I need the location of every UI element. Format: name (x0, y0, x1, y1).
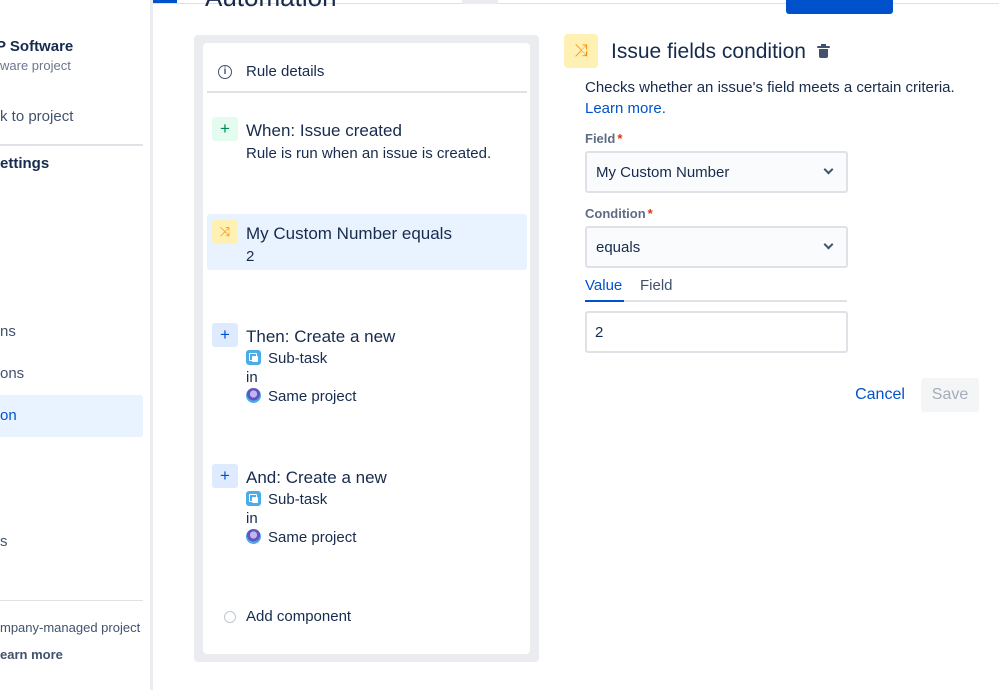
header-secondary-button[interactable] (462, 0, 498, 4)
action-title: And: Create a new (246, 468, 387, 487)
project-label: Same project (268, 529, 357, 546)
sidebar-footer-note: mpany-managed project (0, 620, 141, 635)
sidebar-footer-divider (0, 600, 143, 601)
shuffle-icon: ⤨ (564, 34, 598, 68)
rule-component-list: i Rule details + When: Issue created Rul… (203, 43, 530, 654)
trigger-subtitle: Rule is run when an issue is created. (246, 145, 492, 162)
condition-value: 2 (246, 248, 255, 265)
action-issue-type: Sub-task (246, 491, 327, 508)
trigger-component[interactable]: + When: Issue created Rule is run when a… (207, 117, 527, 177)
tabs-baseline (585, 300, 847, 302)
header-primary-button[interactable] (786, 0, 893, 14)
plus-icon: + (212, 464, 238, 488)
action-component[interactable]: + Then: Create a new Sub-task in Same pr… (207, 323, 527, 407)
sidebar-item[interactable]: s (0, 533, 8, 550)
project-sidebar: P Software ware project k to project ett… (0, 0, 153, 690)
detail-title: Issue fields condition (611, 40, 806, 63)
rule-builder-panel: i Rule details + When: Issue created Rul… (194, 35, 539, 662)
rule-details-row[interactable]: i Rule details (203, 43, 530, 93)
sidebar-section-title: ettings (0, 155, 50, 172)
condition-select[interactable]: equals (585, 226, 848, 268)
add-component-label: Add component (246, 608, 352, 625)
condition-title: My Custom Number equals (246, 224, 452, 243)
sidebar-project-name[interactable]: P Software (0, 38, 73, 55)
issue-type-label: Sub-task (268, 350, 328, 367)
condition-label: Condition * (585, 206, 653, 221)
page: Automation P Software ware project k to … (0, 0, 999, 690)
cancel-button[interactable]: Cancel (846, 378, 914, 412)
save-button[interactable]: Save (921, 378, 979, 412)
condition-select-value: equals (596, 239, 641, 256)
action-title: Then: Create a new (246, 327, 396, 346)
action-issue-type: Sub-task (246, 350, 327, 367)
field-label: Field * (585, 131, 623, 146)
detail-description: Checks whether an issue's field meets a … (585, 79, 955, 96)
add-circle-icon (224, 611, 236, 623)
chevron-down-icon (823, 164, 834, 175)
sidebar-project-type: ware project (0, 58, 71, 73)
back-to-project-link[interactable]: k to project (0, 108, 73, 125)
page-title: Automation (205, 0, 337, 13)
project-avatar-icon (246, 388, 261, 403)
field-select[interactable]: My Custom Number (585, 151, 848, 193)
rule-details-label: Rule details (246, 63, 325, 80)
subtask-icon (246, 491, 261, 506)
trash-icon[interactable] (817, 44, 830, 58)
action-in-label: in (246, 510, 258, 527)
tab-active-underline (585, 300, 624, 302)
info-icon: i (218, 65, 232, 79)
sidebar-item-automation[interactable]: on (0, 395, 143, 437)
action-component[interactable]: + And: Create a new Sub-task in Same pro… (207, 464, 527, 548)
tab-field[interactable]: Field (640, 277, 673, 294)
action-in-label: in (246, 369, 258, 386)
action-project: Same project (246, 529, 356, 546)
field-select-value: My Custom Number (596, 164, 730, 181)
condition-component[interactable]: ⤨ My Custom Number equals 2 (207, 214, 527, 270)
plus-icon: + (212, 323, 238, 347)
issue-type-label: Sub-task (268, 491, 328, 508)
chevron-down-icon (823, 239, 834, 250)
tab-value[interactable]: Value (585, 277, 622, 294)
trigger-title: When: Issue created (246, 121, 402, 140)
learn-more-link[interactable]: Learn more. (585, 100, 666, 117)
sidebar-item[interactable]: ns (0, 323, 16, 340)
project-avatar-icon (246, 529, 261, 544)
sidebar-divider (0, 144, 143, 146)
sidebar-item[interactable]: ons (0, 365, 24, 382)
add-component-button[interactable]: Add component (207, 605, 527, 629)
shuffle-icon: ⤨ (212, 220, 238, 244)
plus-icon: + (212, 117, 238, 141)
rule-details-divider (207, 91, 527, 93)
action-project: Same project (246, 388, 356, 405)
project-label: Same project (268, 388, 357, 405)
subtask-icon (246, 350, 261, 365)
sidebar-learn-more-link[interactable]: earn more (0, 647, 63, 662)
value-input[interactable] (585, 311, 848, 353)
